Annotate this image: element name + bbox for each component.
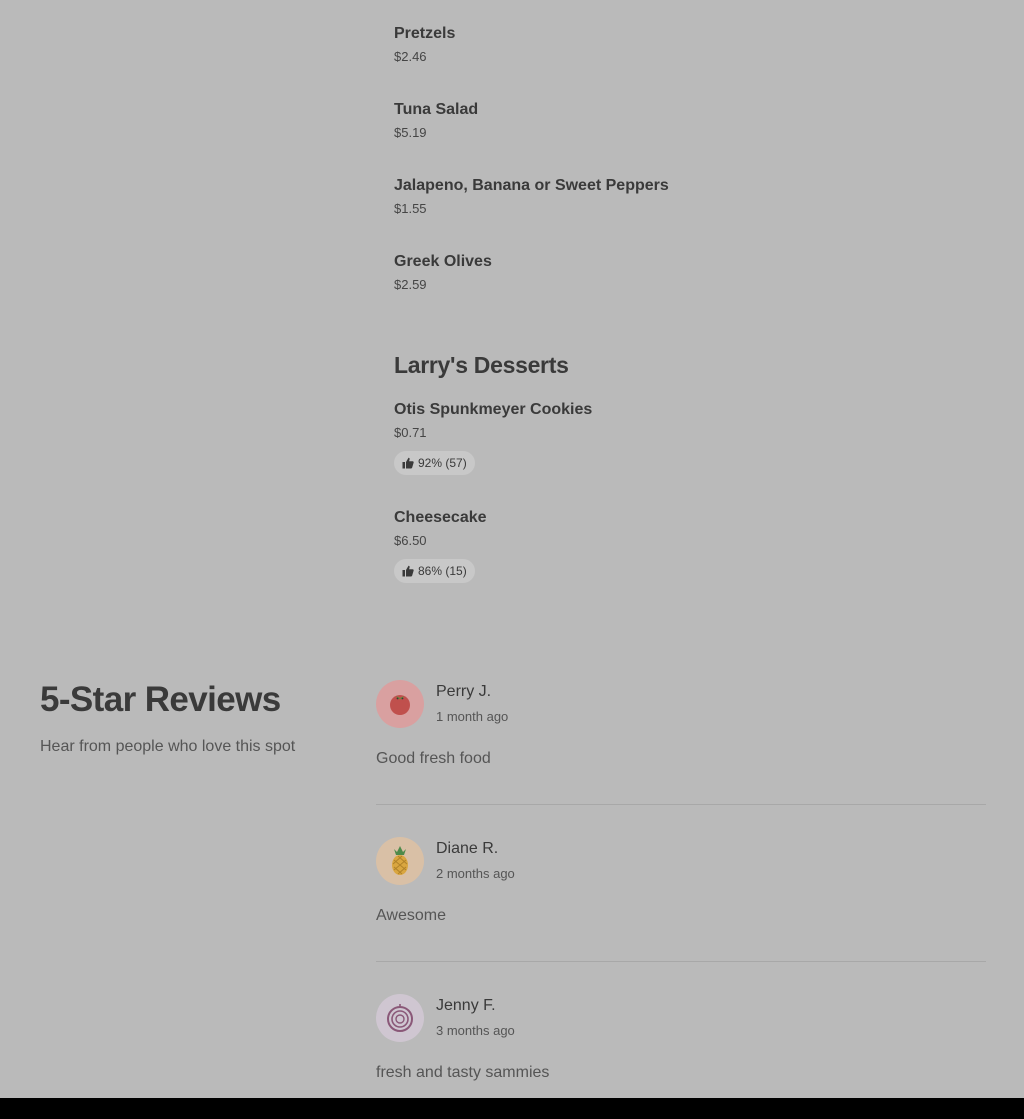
review-text: fresh and tasty sammies	[376, 1064, 550, 1081]
bottom-bar	[0, 1098, 1024, 1119]
menu-item-name: Jalapeno, Banana or Sweet Peppers	[394, 177, 669, 194]
reviewer-name: Perry J.	[436, 683, 492, 700]
store-page: Pretzels $2.46 Tuna Salad $5.19 Jalapeno…	[0, 0, 1024, 1119]
menu-item[interactable]: Greek Olives $2.59	[394, 252, 492, 293]
menu-item-price: $6.50	[394, 533, 427, 548]
menu-item-price: $1.55	[394, 201, 427, 216]
tomato-icon	[390, 695, 410, 715]
reviewer-name: Diane R.	[436, 840, 499, 857]
menu-item-price: $2.59	[394, 277, 427, 292]
rating-text: 86% (15)	[418, 564, 467, 578]
menu-item[interactable]: Cheesecake $6.50 86% (15)	[394, 508, 487, 583]
review-date: 3 months ago	[436, 1023, 515, 1038]
thumbs-up-icon	[402, 565, 414, 577]
menu-item-price: $5.19	[394, 125, 427, 140]
reviews-heading: 5-Star Reviews	[40, 680, 281, 719]
review-divider	[376, 804, 986, 805]
menu-item[interactable]: Pretzels $2.46	[394, 24, 455, 65]
review-text: Good fresh food	[376, 750, 491, 767]
reviewer-avatar	[376, 994, 424, 1042]
review-date: 2 months ago	[436, 866, 515, 881]
pineapple-icon	[392, 846, 408, 875]
menu-item[interactable]: Tuna Salad $5.19	[394, 100, 478, 141]
reviewer-name: Jenny F.	[436, 997, 496, 1014]
menu-item-name: Tuna Salad	[394, 101, 479, 118]
menu-item-price: $0.71	[394, 425, 427, 440]
menu-item[interactable]: Jalapeno, Banana or Sweet Peppers $1.55	[394, 176, 669, 217]
review-text: Awesome	[376, 907, 446, 924]
menu-item-price: $2.46	[394, 49, 427, 64]
menu-item[interactable]: Otis Spunkmeyer Cookies $0.71 92% (57)	[394, 400, 592, 475]
menu-item-name: Cheesecake	[394, 509, 487, 526]
reviewer-avatar	[376, 837, 424, 885]
thumbs-up-icon	[402, 457, 414, 469]
review-date: 1 month ago	[436, 709, 509, 724]
reviewer-avatar	[376, 680, 424, 728]
onion-icon	[387, 1004, 413, 1032]
menu-section-title: Larry's Desserts	[394, 352, 569, 378]
menu-item-name: Greek Olives	[394, 253, 492, 270]
rating-badge: 86% (15)	[394, 559, 475, 583]
rating-badge: 92% (57)	[394, 451, 475, 475]
menu-item-name: Pretzels	[394, 25, 456, 42]
review-divider	[376, 961, 986, 962]
menu-item-name: Otis Spunkmeyer Cookies	[394, 401, 593, 418]
reviews-subheading: Hear from people who love this spot	[40, 738, 296, 755]
rating-text: 92% (57)	[418, 456, 467, 470]
